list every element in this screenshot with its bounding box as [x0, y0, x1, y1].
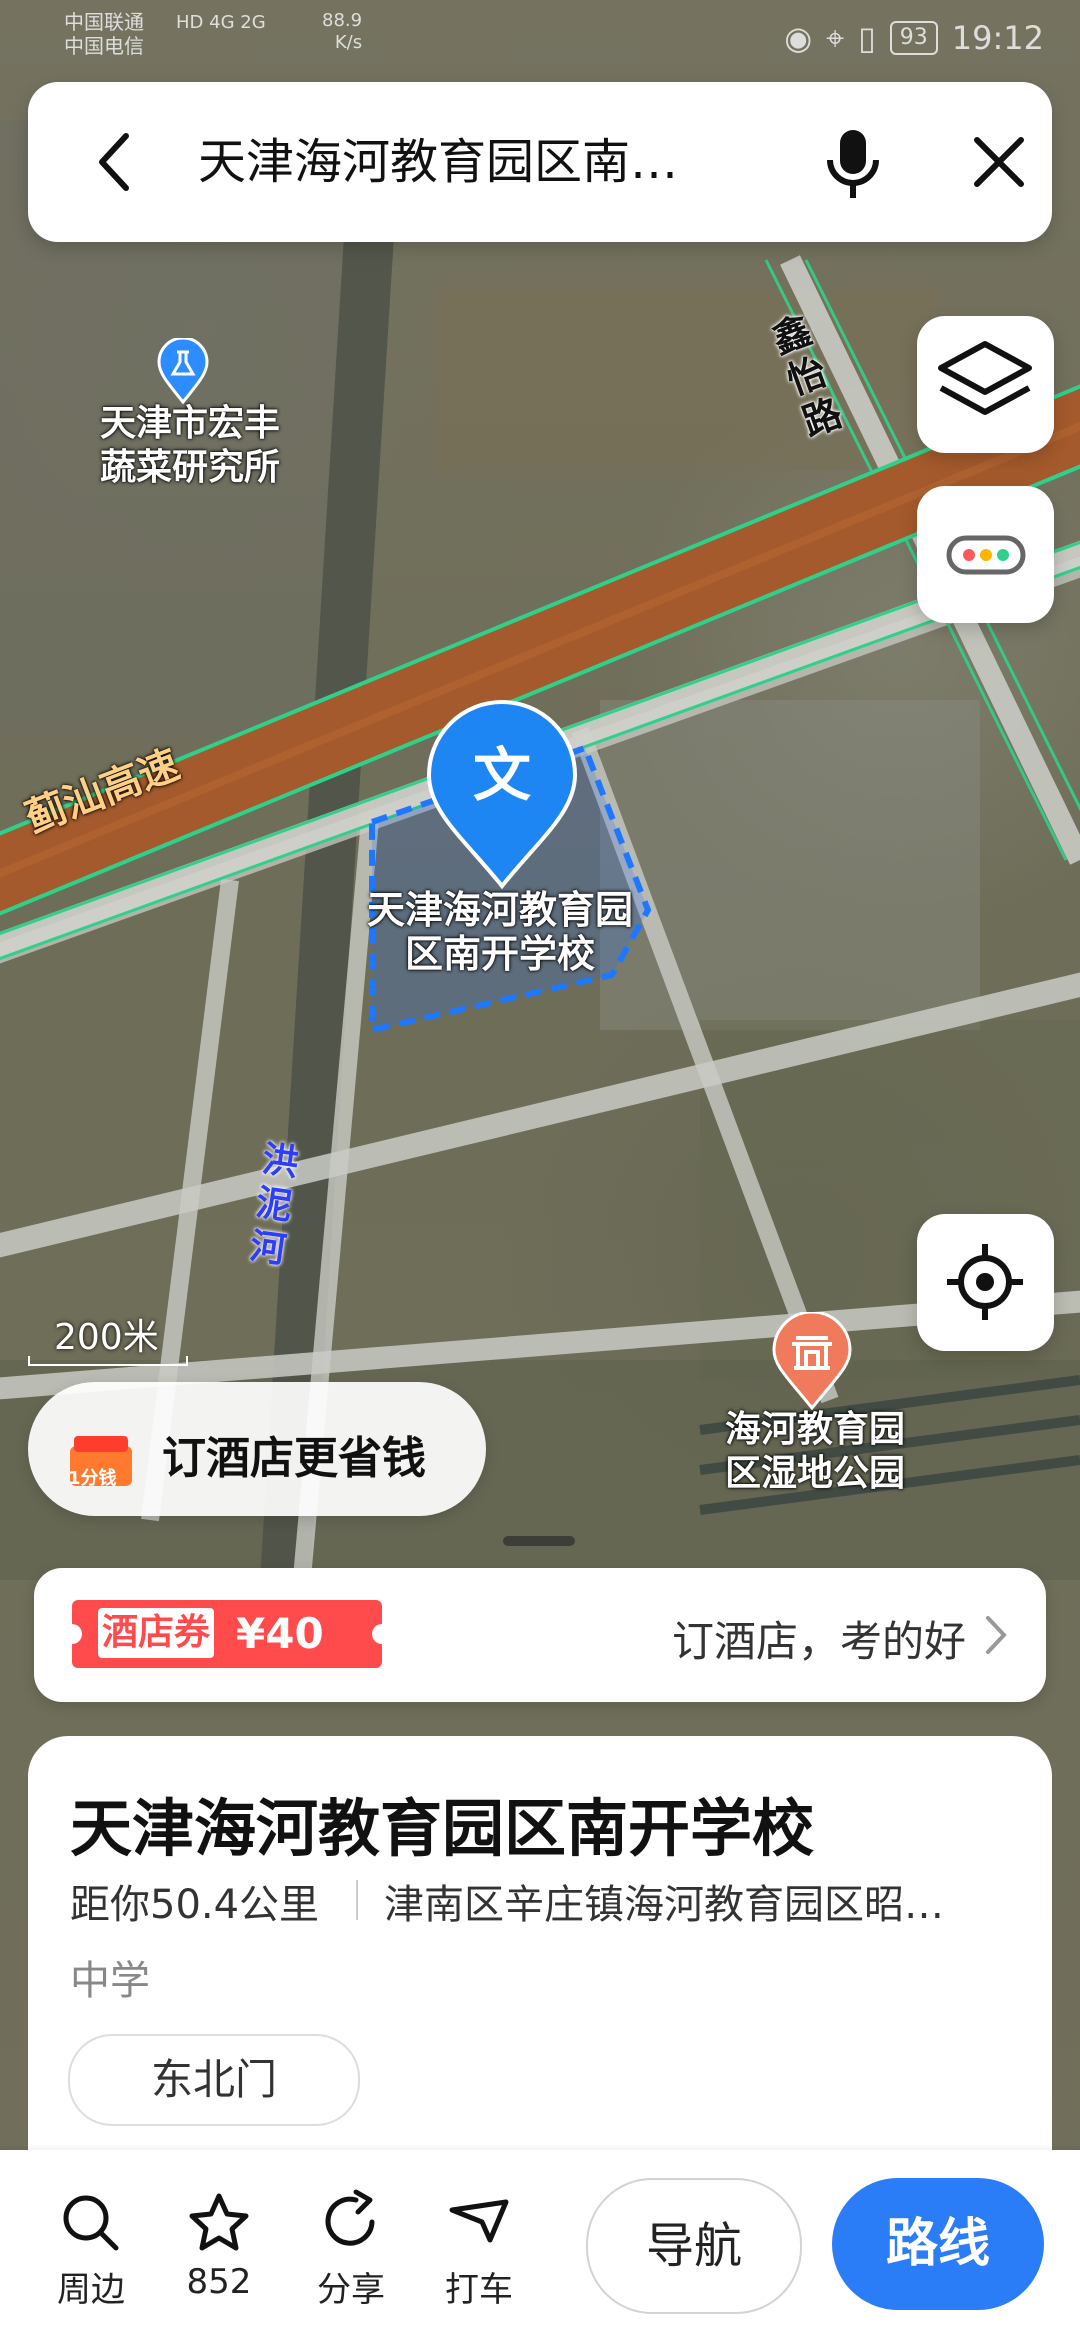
vibrate-icon: ▯: [858, 19, 876, 57]
traffic-light-icon: [946, 535, 1026, 575]
entrance-chip[interactable]: 东北门: [68, 2034, 360, 2126]
battery-indicator: 93: [889, 21, 938, 55]
scale-bar: [28, 1356, 188, 1366]
hotel-promo-pill[interactable]: 1分钱 订酒店更省钱: [28, 1382, 486, 1516]
star-icon: [189, 2193, 249, 2251]
traffic-button[interactable]: [917, 486, 1054, 623]
research-poi-label: 天津市宏丰 蔬菜研究所: [99, 403, 280, 488]
chevron-right-icon: [986, 1616, 1007, 1654]
layers-button[interactable]: [917, 316, 1054, 453]
bottom-action-bar: 周边 852 分享 打车 导航 路线: [0, 2150, 1080, 2340]
nearby-button[interactable]: 周边: [36, 2188, 146, 2311]
status-bar: 中国联通 中国电信 HD 4G 2G 88.9 K/s ◉ ⌖ ▯ 93 19:…: [0, 0, 1080, 70]
network-indicator: HD 4G 2G: [176, 12, 266, 33]
carrier1: 中国联通: [64, 10, 144, 34]
park-poi-label: 海河教育园 区湿地公园: [724, 1409, 905, 1494]
scale-text: 200米: [54, 1317, 159, 1358]
place-address: 津南区辛庄镇海河教育园区昭…: [384, 1882, 944, 1928]
nearby-label: 周边: [57, 2270, 125, 2310]
network-speed: 88.9 K/s: [322, 10, 362, 54]
speed-value: 88.9: [322, 10, 363, 31]
speed-unit: K/s: [334, 32, 363, 53]
coupon-label: 酒店券: [98, 1608, 214, 1658]
share-label: 分享: [317, 2270, 385, 2310]
navigate-button[interactable]: 导航: [586, 2178, 802, 2314]
carrier2: 中国电信: [64, 34, 144, 58]
eye-icon: ◉: [784, 19, 813, 57]
locate-me-button[interactable]: [917, 1214, 1054, 1351]
carrier-info: 中国联通 中国电信: [64, 10, 144, 58]
promo-text: 订酒店更省钱: [162, 1433, 426, 1484]
coupon-amount: ¥40: [236, 1609, 324, 1658]
mic-icon[interactable]: [818, 124, 888, 204]
crosshair-icon: [947, 1244, 1023, 1320]
taxi-button[interactable]: 打车: [424, 2188, 534, 2311]
layers-icon: [938, 341, 1032, 415]
favorite-count: 852: [186, 2262, 252, 2302]
search-icon: [63, 2195, 119, 2251]
hotel-coupon-card[interactable]: 酒店券 ¥40 订酒店，考的好: [34, 1568, 1046, 1702]
gift-label: 1分钱: [68, 1468, 117, 1489]
share-button[interactable]: 分享: [296, 2188, 406, 2311]
marker-glyph: 文: [472, 741, 531, 809]
share-icon: [325, 2189, 375, 2246]
favorite-button[interactable]: 852: [164, 2188, 274, 2302]
place-category: 中学: [70, 1958, 150, 2004]
park-pin-icon[interactable]: [770, 1312, 854, 1412]
coupon-cta: 订酒店，考的好: [671, 1617, 966, 1666]
coupon-tag: 酒店券 ¥40: [62, 1600, 392, 1668]
selected-poi-label: 天津海河教育园 区南开学校: [366, 888, 633, 976]
search-query[interactable]: 天津海河教育园区南…: [198, 124, 768, 200]
chevron-left-icon[interactable]: [80, 126, 152, 198]
place-title: 天津海河教育园区南开学校: [70, 1792, 815, 1865]
close-icon[interactable]: [963, 126, 1035, 198]
divider: [356, 1880, 358, 1920]
taxi-label: 打车: [445, 2270, 513, 2310]
clock: 19:12: [951, 19, 1044, 57]
map-scale: 200米: [28, 1308, 188, 1368]
place-distance: 距你50.4公里: [70, 1882, 320, 1928]
status-right: ◉ ⌖ ▯ 93 19:12: [784, 18, 1044, 58]
location-icon: ⌖: [826, 19, 845, 57]
sheet-handle[interactable]: [503, 1536, 575, 1546]
research-pin-icon[interactable]: [155, 338, 211, 404]
route-button[interactable]: 路线: [832, 2178, 1044, 2310]
taxi-icon: [449, 2199, 509, 2243]
search-bar[interactable]: 天津海河教育园区南…: [28, 82, 1052, 242]
